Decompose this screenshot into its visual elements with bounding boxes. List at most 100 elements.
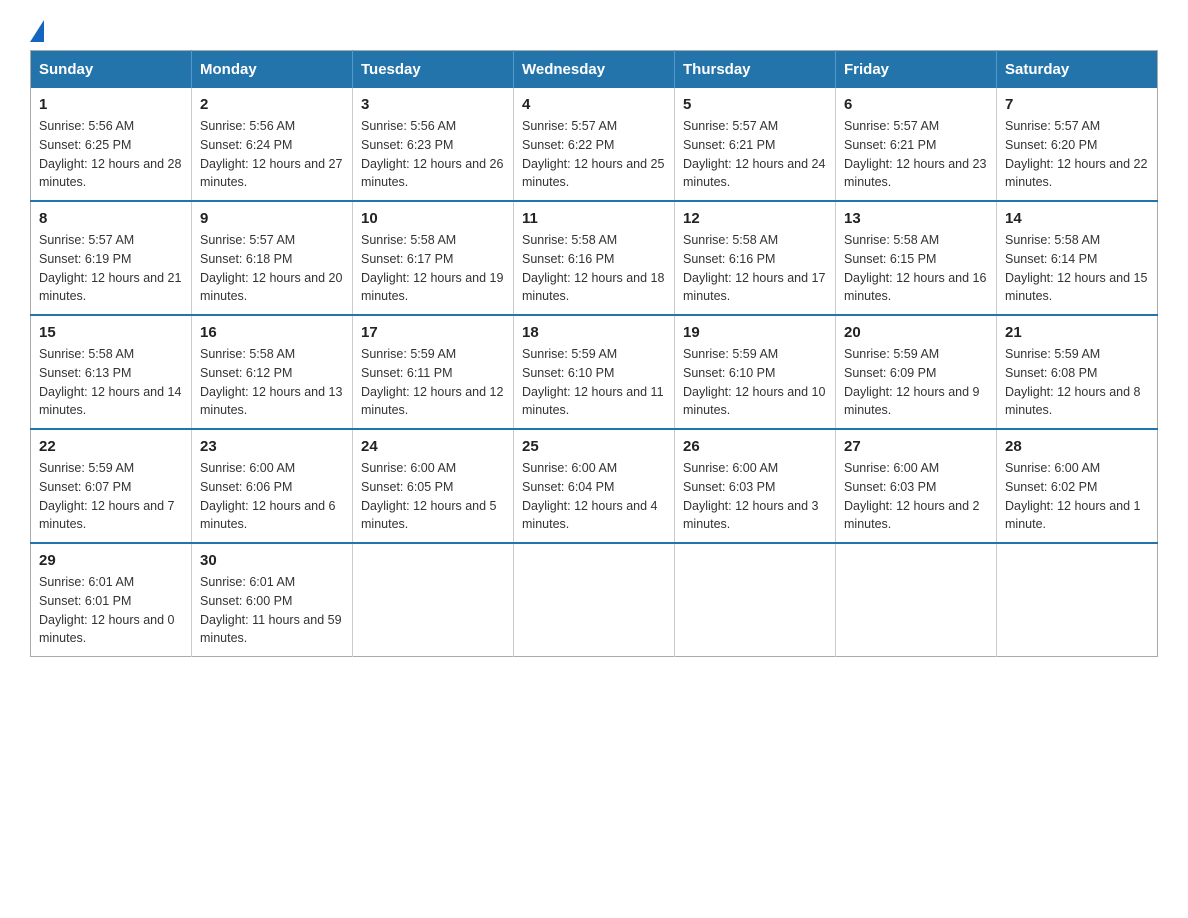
day-number: 21 xyxy=(1005,324,1149,341)
calendar-cell: 17 Sunrise: 5:59 AMSunset: 6:11 PMDaylig… xyxy=(353,315,514,429)
day-number: 28 xyxy=(1005,438,1149,455)
weekday-header-saturday: Saturday xyxy=(997,51,1158,89)
calendar-cell: 27 Sunrise: 6:00 AMSunset: 6:03 PMDaylig… xyxy=(836,429,997,543)
calendar-cell: 19 Sunrise: 5:59 AMSunset: 6:10 PMDaylig… xyxy=(675,315,836,429)
calendar-cell: 10 Sunrise: 5:58 AMSunset: 6:17 PMDaylig… xyxy=(353,201,514,315)
day-info: Sunrise: 5:59 AMSunset: 6:08 PMDaylight:… xyxy=(1005,345,1149,420)
day-number: 27 xyxy=(844,438,988,455)
day-info: Sunrise: 6:00 AMSunset: 6:05 PMDaylight:… xyxy=(361,459,505,534)
calendar-cell: 30 Sunrise: 6:01 AMSunset: 6:00 PMDaylig… xyxy=(192,543,353,657)
weekday-header-monday: Monday xyxy=(192,51,353,89)
day-info: Sunrise: 5:59 AMSunset: 6:07 PMDaylight:… xyxy=(39,459,183,534)
week-row-3: 15 Sunrise: 5:58 AMSunset: 6:13 PMDaylig… xyxy=(31,315,1158,429)
calendar-cell: 16 Sunrise: 5:58 AMSunset: 6:12 PMDaylig… xyxy=(192,315,353,429)
logo-triangle-icon xyxy=(30,20,44,42)
day-number: 5 xyxy=(683,96,827,113)
calendar-cell: 22 Sunrise: 5:59 AMSunset: 6:07 PMDaylig… xyxy=(31,429,192,543)
week-row-2: 8 Sunrise: 5:57 AMSunset: 6:19 PMDayligh… xyxy=(31,201,1158,315)
day-info: Sunrise: 5:57 AMSunset: 6:18 PMDaylight:… xyxy=(200,231,344,306)
calendar-cell: 24 Sunrise: 6:00 AMSunset: 6:05 PMDaylig… xyxy=(353,429,514,543)
week-row-4: 22 Sunrise: 5:59 AMSunset: 6:07 PMDaylig… xyxy=(31,429,1158,543)
day-number: 18 xyxy=(522,324,666,341)
day-info: Sunrise: 5:58 AMSunset: 6:13 PMDaylight:… xyxy=(39,345,183,420)
day-number: 1 xyxy=(39,96,183,113)
day-number: 10 xyxy=(361,210,505,227)
logo xyxy=(30,20,44,38)
calendar-cell: 3 Sunrise: 5:56 AMSunset: 6:23 PMDayligh… xyxy=(353,88,514,201)
calendar-cell: 20 Sunrise: 5:59 AMSunset: 6:09 PMDaylig… xyxy=(836,315,997,429)
day-info: Sunrise: 6:00 AMSunset: 6:03 PMDaylight:… xyxy=(683,459,827,534)
day-info: Sunrise: 5:56 AMSunset: 6:25 PMDaylight:… xyxy=(39,117,183,192)
calendar-cell: 4 Sunrise: 5:57 AMSunset: 6:22 PMDayligh… xyxy=(514,88,675,201)
day-number: 8 xyxy=(39,210,183,227)
day-info: Sunrise: 6:00 AMSunset: 6:03 PMDaylight:… xyxy=(844,459,988,534)
day-number: 2 xyxy=(200,96,344,113)
calendar-cell: 1 Sunrise: 5:56 AMSunset: 6:25 PMDayligh… xyxy=(31,88,192,201)
day-info: Sunrise: 6:01 AMSunset: 6:00 PMDaylight:… xyxy=(200,573,344,648)
day-info: Sunrise: 5:56 AMSunset: 6:23 PMDaylight:… xyxy=(361,117,505,192)
calendar-cell: 25 Sunrise: 6:00 AMSunset: 6:04 PMDaylig… xyxy=(514,429,675,543)
day-info: Sunrise: 5:58 AMSunset: 6:17 PMDaylight:… xyxy=(361,231,505,306)
day-number: 11 xyxy=(522,210,666,227)
day-info: Sunrise: 5:58 AMSunset: 6:12 PMDaylight:… xyxy=(200,345,344,420)
calendar-cell: 29 Sunrise: 6:01 AMSunset: 6:01 PMDaylig… xyxy=(31,543,192,657)
calendar-cell: 2 Sunrise: 5:56 AMSunset: 6:24 PMDayligh… xyxy=(192,88,353,201)
day-info: Sunrise: 5:59 AMSunset: 6:10 PMDaylight:… xyxy=(683,345,827,420)
day-info: Sunrise: 5:57 AMSunset: 6:21 PMDaylight:… xyxy=(683,117,827,192)
calendar-cell: 11 Sunrise: 5:58 AMSunset: 6:16 PMDaylig… xyxy=(514,201,675,315)
calendar-cell: 18 Sunrise: 5:59 AMSunset: 6:10 PMDaylig… xyxy=(514,315,675,429)
day-number: 4 xyxy=(522,96,666,113)
day-number: 30 xyxy=(200,552,344,569)
calendar-cell: 14 Sunrise: 5:58 AMSunset: 6:14 PMDaylig… xyxy=(997,201,1158,315)
day-info: Sunrise: 5:56 AMSunset: 6:24 PMDaylight:… xyxy=(200,117,344,192)
day-number: 3 xyxy=(361,96,505,113)
calendar-cell xyxy=(836,543,997,657)
calendar-table: SundayMondayTuesdayWednesdayThursdayFrid… xyxy=(30,50,1158,657)
weekday-header-sunday: Sunday xyxy=(31,51,192,89)
weekday-header-wednesday: Wednesday xyxy=(514,51,675,89)
calendar-cell: 8 Sunrise: 5:57 AMSunset: 6:19 PMDayligh… xyxy=(31,201,192,315)
day-info: Sunrise: 5:58 AMSunset: 6:15 PMDaylight:… xyxy=(844,231,988,306)
day-info: Sunrise: 5:58 AMSunset: 6:16 PMDaylight:… xyxy=(683,231,827,306)
calendar-cell: 13 Sunrise: 5:58 AMSunset: 6:15 PMDaylig… xyxy=(836,201,997,315)
day-info: Sunrise: 5:58 AMSunset: 6:14 PMDaylight:… xyxy=(1005,231,1149,306)
weekday-header-row: SundayMondayTuesdayWednesdayThursdayFrid… xyxy=(31,51,1158,89)
calendar-cell xyxy=(997,543,1158,657)
day-number: 17 xyxy=(361,324,505,341)
day-info: Sunrise: 5:57 AMSunset: 6:21 PMDaylight:… xyxy=(844,117,988,192)
day-number: 9 xyxy=(200,210,344,227)
day-number: 15 xyxy=(39,324,183,341)
week-row-5: 29 Sunrise: 6:01 AMSunset: 6:01 PMDaylig… xyxy=(31,543,1158,657)
calendar-cell xyxy=(675,543,836,657)
day-number: 23 xyxy=(200,438,344,455)
page-header xyxy=(30,20,1158,38)
day-info: Sunrise: 5:59 AMSunset: 6:10 PMDaylight:… xyxy=(522,345,666,420)
calendar-cell: 26 Sunrise: 6:00 AMSunset: 6:03 PMDaylig… xyxy=(675,429,836,543)
day-number: 24 xyxy=(361,438,505,455)
weekday-header-tuesday: Tuesday xyxy=(353,51,514,89)
day-info: Sunrise: 6:00 AMSunset: 6:02 PMDaylight:… xyxy=(1005,459,1149,534)
day-info: Sunrise: 5:57 AMSunset: 6:20 PMDaylight:… xyxy=(1005,117,1149,192)
day-number: 29 xyxy=(39,552,183,569)
calendar-cell: 9 Sunrise: 5:57 AMSunset: 6:18 PMDayligh… xyxy=(192,201,353,315)
day-number: 26 xyxy=(683,438,827,455)
calendar-cell: 23 Sunrise: 6:00 AMSunset: 6:06 PMDaylig… xyxy=(192,429,353,543)
calendar-cell: 21 Sunrise: 5:59 AMSunset: 6:08 PMDaylig… xyxy=(997,315,1158,429)
day-number: 7 xyxy=(1005,96,1149,113)
day-number: 25 xyxy=(522,438,666,455)
calendar-cell: 28 Sunrise: 6:00 AMSunset: 6:02 PMDaylig… xyxy=(997,429,1158,543)
day-number: 20 xyxy=(844,324,988,341)
day-info: Sunrise: 5:57 AMSunset: 6:19 PMDaylight:… xyxy=(39,231,183,306)
day-number: 13 xyxy=(844,210,988,227)
calendar-cell xyxy=(353,543,514,657)
day-number: 14 xyxy=(1005,210,1149,227)
day-number: 22 xyxy=(39,438,183,455)
calendar-cell: 6 Sunrise: 5:57 AMSunset: 6:21 PMDayligh… xyxy=(836,88,997,201)
day-info: Sunrise: 5:59 AMSunset: 6:11 PMDaylight:… xyxy=(361,345,505,420)
calendar-cell: 12 Sunrise: 5:58 AMSunset: 6:16 PMDaylig… xyxy=(675,201,836,315)
day-info: Sunrise: 6:00 AMSunset: 6:06 PMDaylight:… xyxy=(200,459,344,534)
day-number: 12 xyxy=(683,210,827,227)
day-info: Sunrise: 6:01 AMSunset: 6:01 PMDaylight:… xyxy=(39,573,183,648)
day-info: Sunrise: 5:59 AMSunset: 6:09 PMDaylight:… xyxy=(844,345,988,420)
calendar-cell: 7 Sunrise: 5:57 AMSunset: 6:20 PMDayligh… xyxy=(997,88,1158,201)
